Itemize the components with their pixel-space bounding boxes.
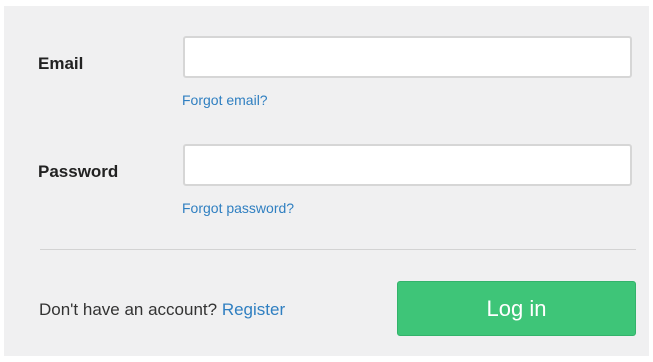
register-link[interactable]: Register [222, 300, 285, 319]
email-input[interactable] [183, 36, 632, 78]
register-prompt: Don't have an account? Register [39, 300, 285, 320]
password-input[interactable] [183, 144, 632, 186]
password-label: Password [38, 162, 119, 181]
email-label: Email [38, 54, 84, 73]
forgot-password-link[interactable]: Forgot password? [182, 200, 294, 216]
login-button[interactable]: Log in [397, 281, 636, 336]
forgot-email-link[interactable]: Forgot email? [182, 92, 268, 108]
no-account-text: Don't have an account? [39, 300, 218, 319]
divider [40, 249, 636, 250]
login-form: Email Forgot email? Password Forgot pass… [4, 6, 649, 356]
